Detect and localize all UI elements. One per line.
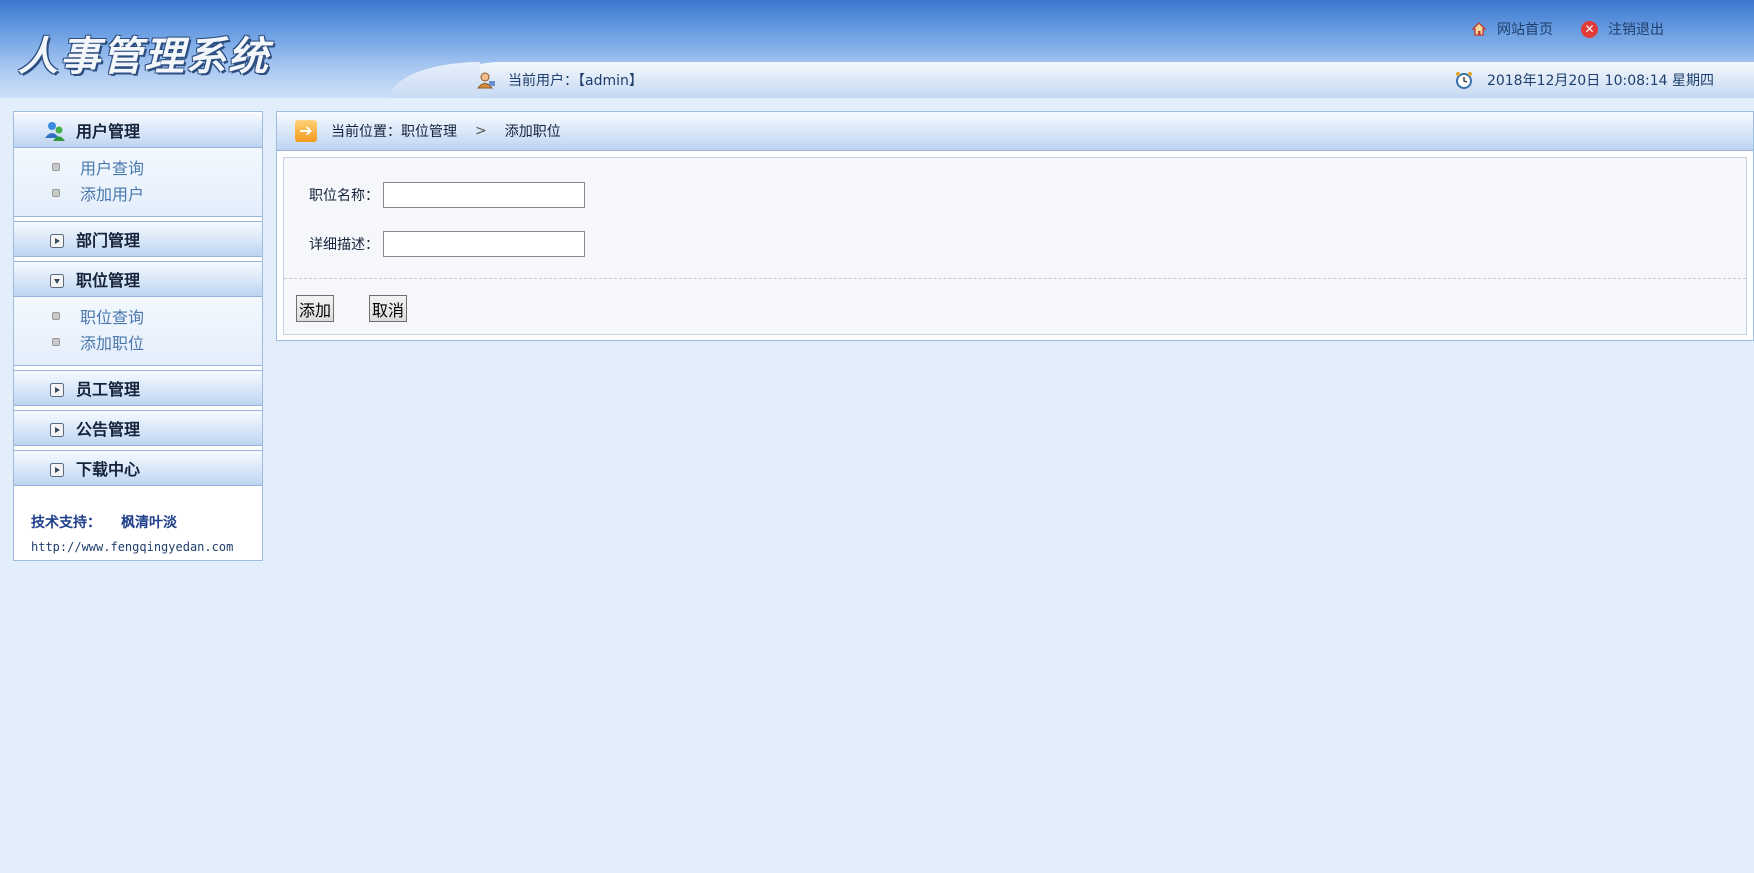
sidebar-item-label: 添加用户 [80, 185, 145, 204]
form-row-name: 职位名称： [309, 182, 585, 208]
sidebar-item-label: 职位查询 [80, 308, 145, 327]
current-user-label: 当前用户：【admin】 [508, 73, 643, 89]
expand-icon [50, 382, 64, 397]
menu-department-management[interactable]: 部门管理 [14, 221, 262, 257]
description-input[interactable] [383, 231, 585, 257]
sidebar-item-add-position[interactable]: 添加职位 [14, 329, 262, 355]
header-bar: 人事管理系统 网站首页 ✕ 注销退出 当前用户：【admin】 2018年12月… [0, 0, 1754, 98]
bullet-icon [52, 189, 60, 197]
menu-employee-management[interactable]: 员工管理 [14, 370, 262, 406]
main-panel: ➔ 当前位置：职位管理 > 添加职位 职位名称： 详细描述： 添加 取消 [276, 111, 1754, 341]
menu-label: 职位管理 [76, 271, 141, 290]
app-title: 人事管理系统 [18, 33, 270, 80]
divider [284, 278, 1746, 279]
breadcrumb-current: 添加职位 [504, 124, 561, 140]
menu-label: 员工管理 [76, 380, 141, 399]
sidebar-item-position-query[interactable]: 职位查询 [14, 303, 262, 329]
support-url[interactable]: http://www.fengqingyedan.com [31, 540, 262, 554]
sidebar-item-label: 用户查询 [80, 159, 145, 178]
sidebar: 用户管理 用户查询 添加用户 部门管理 职位管理 职位查询 添加职位 员工管理 … [13, 111, 263, 561]
support-label: 技术支持： [31, 515, 101, 531]
breadcrumb-prefix: 当前位置：职位管理 [331, 124, 457, 140]
position-name-input[interactable] [383, 182, 585, 208]
breadcrumb-separator: > [475, 123, 487, 139]
menu-user-management[interactable]: 用户管理 [14, 112, 262, 148]
logout-link-label: 注销退出 [1608, 22, 1664, 38]
sidebar-item-user-query[interactable]: 用户查询 [14, 154, 262, 180]
menu-label: 下载中心 [76, 460, 141, 479]
menu-position-management[interactable]: 职位管理 [14, 261, 262, 297]
user-icon [476, 70, 496, 90]
clock-icon [1455, 71, 1473, 89]
tech-support: 技术支持： 枫清叶淡 http://www.fengqingyedan.com [14, 486, 262, 554]
top-links: 网站首页 ✕ 注销退出 [1471, 19, 1664, 39]
sidebar-item-label: 添加职位 [80, 334, 145, 353]
menu-label: 用户管理 [76, 122, 141, 141]
description-label: 详细描述： [309, 237, 379, 253]
bullet-icon [52, 338, 60, 346]
expand-icon [50, 462, 64, 477]
home-link[interactable]: 网站首页 [1471, 19, 1553, 39]
breadcrumb: ➔ 当前位置：职位管理 > 添加职位 [277, 112, 1753, 151]
home-icon [1471, 21, 1487, 37]
expand-icon [50, 422, 64, 437]
submenu-position: 职位查询 添加职位 [14, 297, 262, 366]
bullet-icon [52, 163, 60, 171]
datetime-text: 2018年12月20日 10:08:14 星期四 [1486, 73, 1714, 89]
form-row-desc: 详细描述： [309, 231, 585, 257]
arrow-right-icon: ➔ [295, 120, 317, 142]
users-icon [44, 120, 66, 142]
expand-icon [50, 233, 64, 248]
current-user: 当前用户：【admin】 [476, 70, 643, 90]
add-button[interactable]: 添加 [296, 295, 335, 322]
home-link-label: 网站首页 [1497, 22, 1553, 38]
support-name: 枫清叶淡 [121, 515, 177, 531]
cancel-button[interactable]: 取消 [369, 295, 408, 322]
menu-notice-management[interactable]: 公告管理 [14, 410, 262, 446]
menu-download-center[interactable]: 下载中心 [14, 450, 262, 486]
menu-label: 公告管理 [76, 420, 141, 439]
bullet-icon [52, 312, 60, 320]
logout-link[interactable]: ✕ 注销退出 [1581, 19, 1664, 39]
collapse-icon [50, 273, 64, 288]
menu-label: 部门管理 [76, 231, 141, 250]
submenu-user: 用户查询 添加用户 [14, 148, 262, 217]
position-name-label: 职位名称： [309, 188, 379, 204]
add-position-form: 职位名称： 详细描述： 添加 取消 [283, 157, 1747, 335]
close-icon: ✕ [1581, 20, 1598, 38]
datetime: 2018年12月20日 10:08:14 星期四 [1455, 70, 1714, 90]
sidebar-item-add-user[interactable]: 添加用户 [14, 180, 262, 206]
